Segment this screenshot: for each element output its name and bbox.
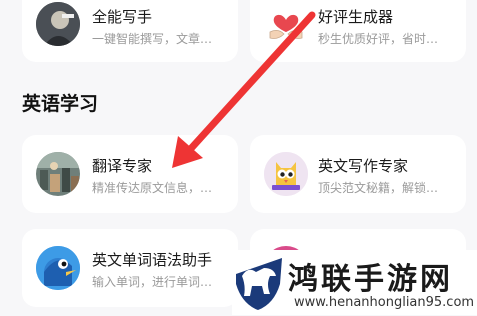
watermark-title: 鸿联手游网 — [288, 262, 453, 297]
card-title: 好评生成器 — [318, 8, 394, 26]
tool-card-translator[interactable]: 翻译专家 精准传达原文信息，… — [22, 135, 238, 213]
bird-mascot-icon — [36, 246, 80, 290]
tool-card-review-generator[interactable]: 好评生成器 秒生优质好评，省时… — [250, 0, 466, 62]
section-title: 英语学习 — [22, 93, 99, 115]
watermark-url: www.henanhonglian95.com — [294, 295, 475, 310]
card-subtitle: 顶尖范文秘籍，解锁… — [318, 181, 439, 195]
card-subtitle: 一键智能撰写，文章… — [92, 32, 213, 46]
translator-avatar-icon — [36, 152, 80, 196]
card-title: 英文单词语法助手 — [92, 251, 213, 269]
card-subtitle: 秒生优质好评，省时… — [318, 32, 439, 46]
owl-book-icon — [264, 152, 308, 196]
watermark: 鸿联手游网 www.henanhonglian95.com — [232, 250, 477, 315]
card-subtitle: 输入单词，进行单词… — [92, 275, 213, 289]
card-title: 英文写作专家 — [318, 157, 409, 175]
bull-logo-icon — [234, 254, 284, 316]
card-title: 全能写手 — [92, 8, 153, 26]
heart-hands-icon — [264, 2, 308, 46]
tool-card-english-writing[interactable]: 英文写作专家 顶尖范文秘籍，解锁… — [250, 135, 466, 213]
card-title: 翻译专家 — [92, 157, 153, 175]
tool-card-vocab-grammar[interactable]: 英文单词语法助手 输入单词，进行单词… — [22, 229, 238, 307]
writer-avatar-icon — [36, 2, 80, 46]
tool-card-writer[interactable]: 全能写手 一键智能撰写，文章… — [22, 0, 238, 62]
card-subtitle: 精准传达原文信息，… — [92, 181, 213, 195]
